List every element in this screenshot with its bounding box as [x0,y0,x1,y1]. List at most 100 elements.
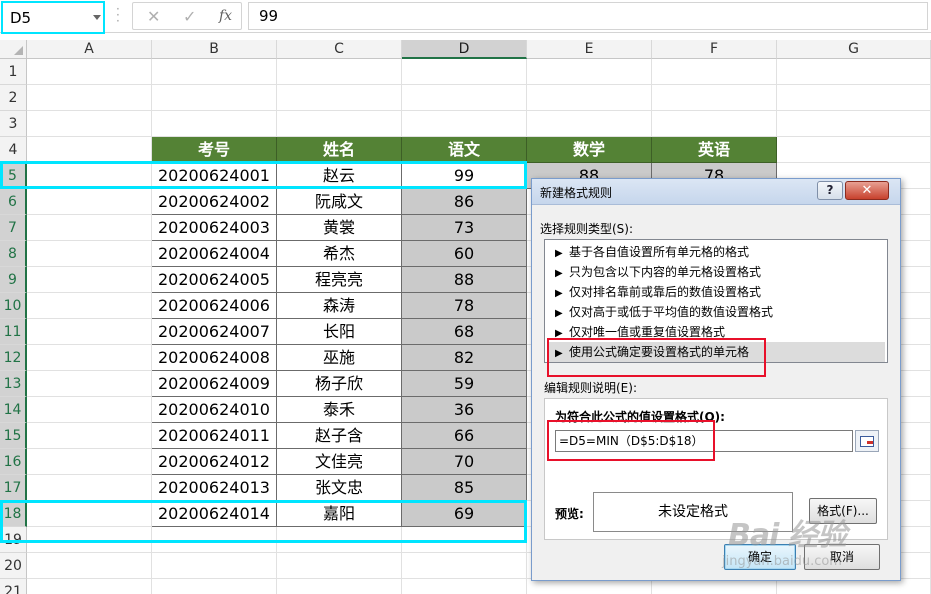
table-header-cell[interactable]: 语文 [402,137,527,163]
row-header-9[interactable]: 9 [0,267,27,293]
enter-icon[interactable]: ✓ [183,7,196,26]
cell-chinese-score[interactable]: 82 [402,345,527,371]
cell-name[interactable]: 阮咸文 [277,189,402,215]
cell-name[interactable]: 巫施 [277,345,402,371]
table-header-cell[interactable]: 姓名 [277,137,402,163]
rule-type-item[interactable]: ▶ 仅对高于或低于平均值的数值设置格式 [547,302,885,322]
cell-chinese-score[interactable]: 85 [402,475,527,501]
column-header-a[interactable]: A [27,40,152,59]
cell-exam-id[interactable]: 20200624002 [152,189,277,215]
cell-chinese-score[interactable]: 88 [402,267,527,293]
row-header-10[interactable]: 10 [0,293,27,319]
table-header-cell[interactable]: 英语 [652,137,777,163]
row-header-1[interactable]: 1 [0,59,27,85]
cell-exam-id[interactable]: 20200624003 [152,215,277,241]
table-header-cell[interactable]: 数学 [527,137,652,163]
cell-exam-id[interactable]: 20200624010 [152,397,277,423]
cell-exam-id[interactable]: 20200624007 [152,319,277,345]
cancel-icon[interactable]: ✕ [147,7,160,26]
select-all-corner[interactable] [0,40,27,59]
rule-type-item[interactable]: ▶ 基于各自值设置所有单元格的格式 [547,242,885,262]
row-header-5[interactable]: 5 [0,163,27,189]
cell-chinese-score[interactable]: 66 [402,423,527,449]
cell-exam-id[interactable]: 20200624009 [152,371,277,397]
cell-chinese-score[interactable]: 99 [402,163,527,189]
cell-name[interactable]: 黄裳 [277,215,402,241]
cell-exam-id[interactable]: 20200624008 [152,345,277,371]
cell-chinese-score[interactable]: 86 [402,189,527,215]
chevron-down-icon[interactable] [93,15,101,20]
rule-type-label: 仅对唯一值或重复值设置格式 [569,325,726,339]
row-header-16[interactable]: 16 [0,449,27,475]
cell-name[interactable]: 泰禾 [277,397,402,423]
column-header-f[interactable]: F [652,40,777,59]
row-header-12[interactable]: 12 [0,345,27,371]
row-header-11[interactable]: 11 [0,319,27,345]
cell-name[interactable]: 张文忠 [277,475,402,501]
cell-name[interactable]: 赵云 [277,163,402,189]
format-button[interactable]: 格式(F)... [809,498,877,524]
cell-exam-id[interactable]: 20200624011 [152,423,277,449]
column-header-g[interactable]: G [777,40,931,59]
cell-name[interactable]: 森涛 [277,293,402,319]
ok-button[interactable]: 确定 [724,544,796,570]
row-header-4[interactable]: 4 [0,137,27,163]
cell-name[interactable]: 程亮亮 [277,267,402,293]
cell-chinese-score[interactable]: 36 [402,397,527,423]
collapse-dialog-button[interactable] [855,430,879,452]
cell-exam-id[interactable]: 20200624012 [152,449,277,475]
rule-type-item[interactable]: ▶ 仅对唯一值或重复值设置格式 [547,322,885,342]
dialog-titlebar[interactable]: 新建格式规则 ? ✕ [532,179,900,205]
cell-exam-id[interactable]: 20200624006 [152,293,277,319]
cell-name[interactable]: 文佳亮 [277,449,402,475]
cell-name[interactable]: 杨子欣 [277,371,402,397]
cell-name[interactable]: 希杰 [277,241,402,267]
row-header-21[interactable]: 21 [0,579,27,594]
column-header-c[interactable]: C [277,40,402,59]
column-header-d[interactable]: D [402,40,527,59]
cell-chinese-score[interactable]: 78 [402,293,527,319]
row-header-7[interactable]: 7 [0,215,27,241]
cell-name[interactable]: 嘉阳 [277,501,402,527]
cell-chinese-score[interactable]: 68 [402,319,527,345]
row-header-14[interactable]: 14 [0,397,27,423]
row-header-20[interactable]: 20 [0,553,27,579]
cell-chinese-score[interactable]: 60 [402,241,527,267]
rule-type-label: 使用公式确定要设置格式的单元格 [569,345,750,359]
row-header-13[interactable]: 13 [0,371,27,397]
row-header-3[interactable]: 3 [0,111,27,137]
cell-name[interactable]: 赵子含 [277,423,402,449]
rule-type-item[interactable]: ▶ 使用公式确定要设置格式的单元格 [547,342,885,362]
row-header-6[interactable]: 6 [0,189,27,215]
rule-type-list[interactable]: ▶ 基于各自值设置所有单元格的格式 ▶ 只为包含以下内容的单元格设置格式 ▶ 仅对排名靠前… [544,239,888,363]
formula-field[interactable]: =D5=MIN（D$5:D$18） [555,430,853,452]
cell-exam-id[interactable]: 20200624001 [152,163,277,189]
cell-chinese-score[interactable]: 70 [402,449,527,475]
row-header-17[interactable]: 17 [0,475,27,501]
row-header-19[interactable]: 19 [0,527,27,553]
rule-type-item[interactable]: ▶ 只为包含以下内容的单元格设置格式 [547,262,885,282]
close-button[interactable]: ✕ [845,181,889,200]
rule-type-item[interactable]: ▶ 仅对排名靠前或靠后的数值设置格式 [547,282,885,302]
cell-chinese-score[interactable]: 59 [402,371,527,397]
formula-input[interactable]: 99 [248,2,928,30]
cell-chinese-score[interactable]: 73 [402,215,527,241]
column-header-b[interactable]: B [152,40,277,59]
cell-chinese-score[interactable]: 69 [402,501,527,527]
row-header-15[interactable]: 15 [0,423,27,449]
cancel-button[interactable]: 取消 [804,544,880,570]
cell-exam-id[interactable]: 20200624014 [152,501,277,527]
column-header-e[interactable]: E [527,40,652,59]
cell-exam-id[interactable]: 20200624004 [152,241,277,267]
formula-label: 为符合此公式的值设置格式(O): [555,410,725,424]
help-button[interactable]: ? [817,181,843,200]
table-header-cell[interactable]: 考号 [152,137,277,163]
row-header-2[interactable]: 2 [0,85,27,111]
cell-exam-id[interactable]: 20200624013 [152,475,277,501]
row-header-18[interactable]: 18 [0,501,27,527]
cell-exam-id[interactable]: 20200624005 [152,267,277,293]
row-header-8[interactable]: 8 [0,241,27,267]
name-box[interactable]: D5 [1,1,105,34]
insert-function-icon[interactable]: fx [219,8,232,24]
cell-name[interactable]: 长阳 [277,319,402,345]
